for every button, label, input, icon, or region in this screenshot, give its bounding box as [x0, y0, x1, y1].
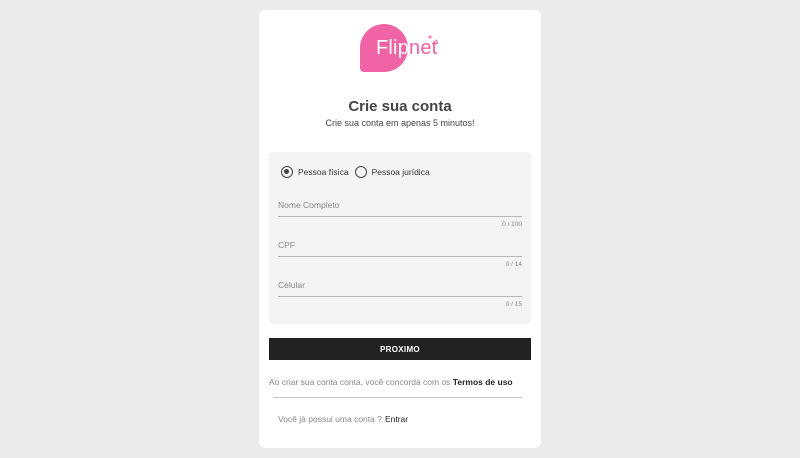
divider	[273, 397, 522, 398]
cpf-counter: 0 / 14	[505, 261, 522, 268]
flipnet-logo: Flipnet	[360, 24, 444, 76]
radio-label-pessoa-fisica[interactable]: Pessoa física	[298, 167, 349, 177]
terms-notice: Ao criar sua conta conta, você concorda …	[269, 377, 513, 387]
full-name-counter: 0 / 100	[502, 221, 522, 228]
page-title: Crie sua conta	[348, 98, 452, 115]
full-name-input[interactable]: Nome Completo	[278, 200, 522, 210]
signup-card: Flipnet Crie sua conta Crie sua conta em…	[259, 10, 541, 448]
cpf-field[interactable]: CPF 0 / 14	[278, 240, 522, 268]
login-link[interactable]: Entrar	[385, 414, 408, 424]
radio-pessoa-fisica[interactable]	[281, 166, 293, 178]
radio-label-pessoa-juridica[interactable]: Pessoa jurídica	[372, 167, 430, 177]
signup-form: Pessoa física Pessoa jurídica Nome Compl…	[269, 152, 531, 324]
person-type-group: Pessoa física Pessoa jurídica	[281, 166, 436, 178]
next-button[interactable]: PROXIMO	[269, 338, 531, 360]
phone-field[interactable]: Celular 0 / 15	[278, 280, 522, 308]
phone-underline	[278, 296, 522, 297]
cpf-input[interactable]: CPF	[278, 240, 522, 250]
logo-part1: Flip	[376, 37, 410, 59]
login-text: Você já possui uma conta ?	[278, 414, 382, 424]
terms-link[interactable]: Termos de uso	[453, 377, 513, 387]
phone-counter: 0 / 15	[505, 301, 522, 308]
full-name-underline	[278, 216, 522, 217]
cpf-underline	[278, 256, 522, 257]
terms-text: Ao criar sua conta conta, você concorda …	[269, 377, 453, 387]
login-prompt: Você já possui uma conta ? Entrar	[278, 414, 408, 424]
full-name-field[interactable]: Nome Completo 0 / 100	[278, 200, 522, 228]
radio-pessoa-juridica[interactable]	[354, 166, 367, 178]
sparkle-icon	[428, 35, 438, 45]
phone-input[interactable]: Celular	[278, 280, 522, 290]
page-subtitle: Crie sua conta em apenas 5 minutos!	[325, 118, 475, 128]
